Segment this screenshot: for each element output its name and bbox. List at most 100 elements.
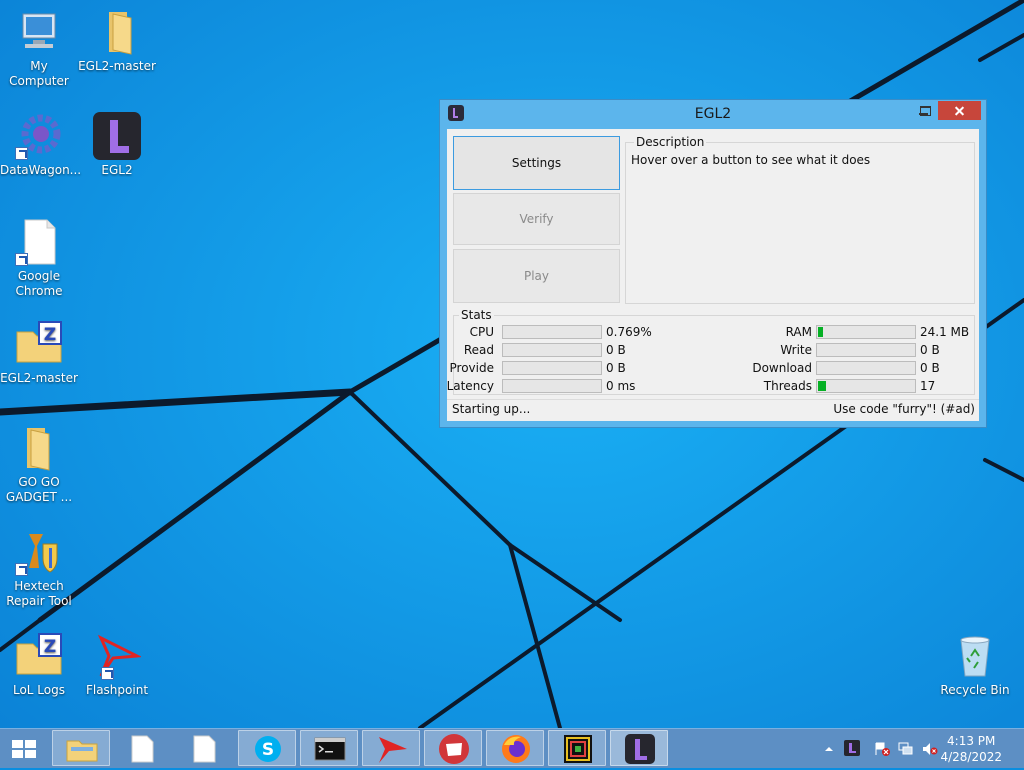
- taskbar-flashpoint[interactable]: [362, 730, 420, 766]
- desktop-icon-my-computer[interactable]: My Computer: [0, 8, 78, 89]
- stat-label: Write: [780, 343, 812, 357]
- stat-row-download: Download 0 B: [752, 361, 974, 375]
- play-button[interactable]: Play: [453, 249, 620, 303]
- desktop-icon-label: Google Chrome: [15, 269, 63, 298]
- desktop-icon-label: My Computer: [9, 59, 69, 88]
- network-icon[interactable]: [898, 742, 914, 756]
- folder-icon: [93, 8, 141, 56]
- desktop-icon-label: EGL2: [101, 163, 133, 177]
- desktop-icon-egl2-master-folder[interactable]: EGL2-master: [78, 8, 156, 74]
- stats-legend: Stats: [459, 308, 494, 322]
- stat-bar: [502, 325, 602, 339]
- desktop-icon-flashpoint[interactable]: Flashpoint: [78, 632, 156, 698]
- flashpoint-icon: [379, 737, 407, 763]
- taskbar-document-1[interactable]: [114, 730, 172, 766]
- clock-date: 4/28/2022: [940, 750, 1002, 764]
- stat-row-latency: Latency 0 ms: [447, 379, 714, 393]
- shortcut-arrow-icon: [101, 667, 114, 680]
- stat-label: CPU: [469, 325, 494, 339]
- folder-icon: [15, 424, 63, 472]
- action-center-flag-icon[interactable]: [874, 742, 890, 756]
- desktop-icon-label: EGL2-master: [0, 371, 78, 385]
- status-text: Starting up...: [452, 402, 531, 416]
- stat-row-cpu: CPU 0.769%: [454, 325, 714, 339]
- stat-row-write: Write 0 B: [754, 343, 974, 357]
- stat-value: 0 B: [606, 361, 626, 375]
- stat-bar: [502, 361, 602, 375]
- taskbar-egl2[interactable]: [610, 730, 668, 766]
- stat-label: Latency: [446, 379, 494, 393]
- desktop-icon-datawagon[interactable]: DataWagon...: [0, 112, 82, 178]
- description-group: Description Hover over a button to see w…: [625, 135, 975, 304]
- desktop-icon-label: Flashpoint: [85, 683, 149, 697]
- stat-value: 0 B: [920, 343, 940, 357]
- stat-bar-fill: [818, 381, 826, 391]
- start-button[interactable]: [0, 730, 48, 766]
- stat-label: Threads: [763, 379, 812, 393]
- taskbar-firefox[interactable]: [486, 730, 544, 766]
- window-titlebar[interactable]: EGL2: [440, 100, 986, 127]
- desktop-icon-google-chrome[interactable]: Google Chrome: [0, 218, 78, 299]
- desktop-icon-egl2[interactable]: EGL2: [78, 112, 156, 178]
- svg-text:Z: Z: [44, 325, 56, 345]
- settings-button[interactable]: Settings: [453, 136, 620, 190]
- document-icon: [15, 218, 63, 266]
- repair-tool-icon: [15, 528, 63, 576]
- svg-text:Z: Z: [44, 637, 56, 657]
- egl2-window: EGL2 Settings Verify Play Description Ho…: [439, 99, 987, 428]
- zip-folder-icon: Z: [15, 632, 63, 680]
- document-icon: [131, 735, 154, 763]
- stat-value: 0 ms: [606, 379, 636, 393]
- taskbar-command-prompt[interactable]: [300, 730, 358, 766]
- game-app-icon: [564, 735, 592, 763]
- stat-row-read: Read 0 B: [454, 343, 714, 357]
- taskbar-document-2[interactable]: [176, 730, 234, 766]
- file-explorer-icon: [66, 740, 98, 762]
- taskbar-skype[interactable]: S: [238, 730, 296, 766]
- zip-folder-icon: Z: [15, 320, 63, 368]
- desktop-icon-label: Hextech Repair Tool: [6, 579, 72, 608]
- riot-client-icon: [439, 734, 469, 764]
- firefox-icon: [502, 735, 530, 763]
- stat-bar: [816, 361, 916, 375]
- desktop-icon-lol-logs[interactable]: Z LoL Logs: [0, 632, 78, 698]
- egl2-tray-icon[interactable]: [844, 740, 860, 756]
- stat-row-threads: Threads 17: [754, 379, 974, 393]
- window-title: EGL2: [694, 106, 732, 122]
- egl2-logo-icon: [625, 734, 655, 764]
- description-text: Hover over a button to see what it does: [631, 153, 871, 167]
- stat-value: 17: [920, 379, 936, 393]
- desktop-icon-label: DataWagon...: [0, 163, 82, 177]
- taskbar-clock[interactable]: 4:13 PM 4/28/2022: [940, 733, 1002, 765]
- maximize-button[interactable]: [912, 104, 938, 118]
- stat-value: 0.769%: [606, 325, 652, 339]
- computer-icon: [15, 8, 63, 56]
- document-icon: [193, 735, 216, 763]
- desktop-icon-go-go-gadget[interactable]: GO GO GADGET ...: [0, 424, 78, 505]
- volume-muted-icon[interactable]: [922, 742, 938, 756]
- taskbar-game-app[interactable]: [548, 730, 606, 766]
- description-legend: Description: [634, 135, 707, 149]
- stat-row-ram: RAM 24.1 MB: [754, 325, 974, 339]
- desktop-icon-label: Recycle Bin: [940, 683, 1010, 697]
- show-hidden-icons-icon[interactable]: [822, 742, 836, 756]
- desktop-icon-egl2-master-zip[interactable]: Z EGL2-master: [0, 320, 78, 386]
- stat-bar: [502, 343, 602, 357]
- stat-label: Download: [752, 361, 812, 375]
- taskbar: S 4:13 PM 4/28/2022: [0, 728, 1024, 768]
- taskbar-riot-client[interactable]: [424, 730, 482, 766]
- stat-label: Provide: [449, 361, 494, 375]
- skype-icon: S: [255, 736, 281, 762]
- status-ad-text: Use code "furry"! (#ad): [833, 402, 975, 416]
- desktop-icon-hextech-repair-tool[interactable]: Hextech Repair Tool: [0, 528, 78, 609]
- desktop-icon-recycle-bin[interactable]: Recycle Bin: [936, 632, 1014, 698]
- stat-label: RAM: [785, 325, 812, 339]
- close-button[interactable]: [938, 101, 981, 120]
- flashpoint-icon: [93, 632, 143, 680]
- stat-bar: [816, 325, 916, 339]
- stat-bar-fill: [818, 327, 823, 337]
- desktop-icon-label: EGL2-master: [78, 59, 156, 73]
- taskbar-file-explorer[interactable]: [52, 730, 110, 766]
- stat-bar: [816, 343, 916, 357]
- verify-button[interactable]: Verify: [453, 193, 620, 245]
